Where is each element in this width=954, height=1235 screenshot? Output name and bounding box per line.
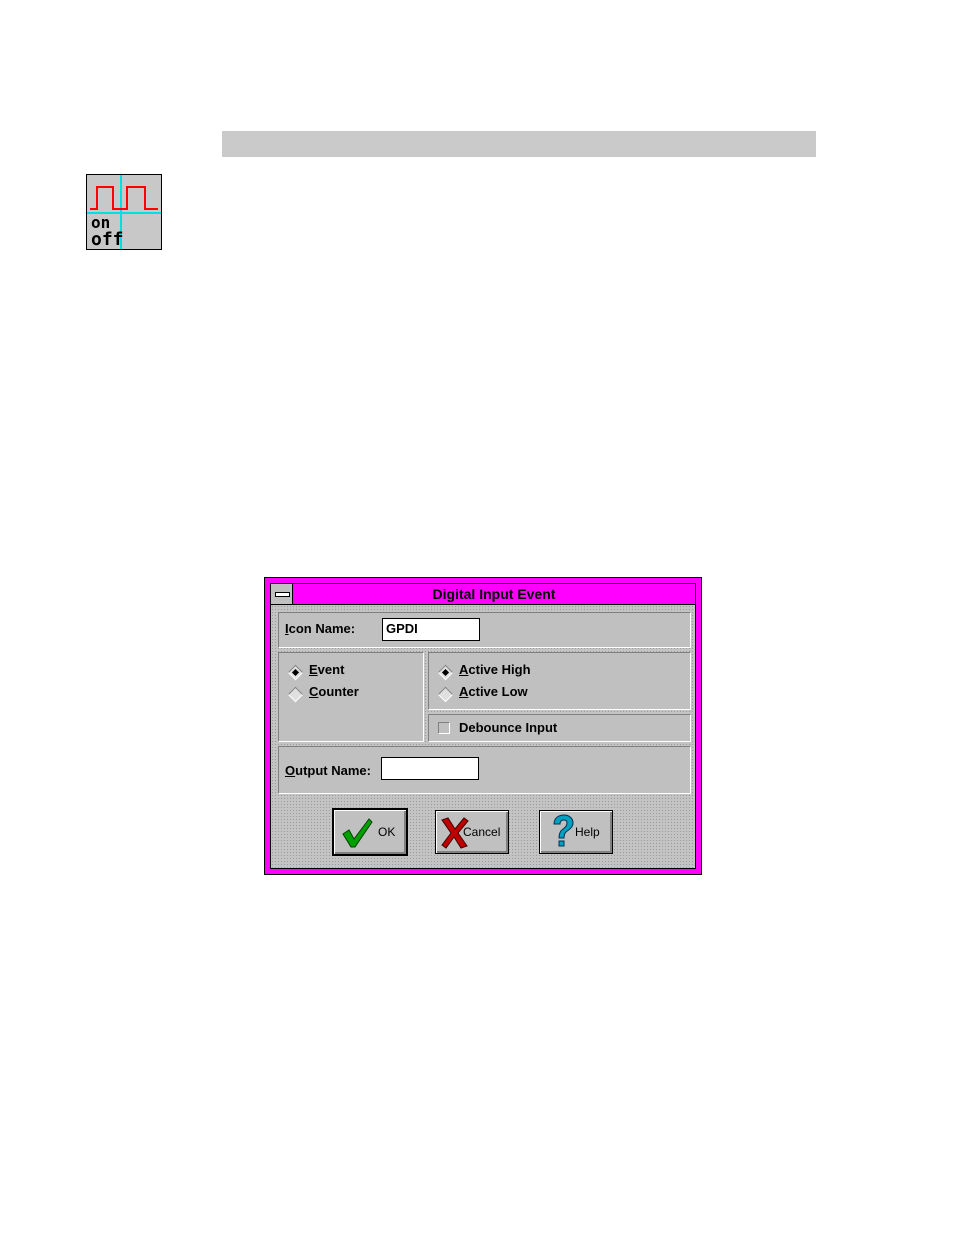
output-name-input[interactable] (381, 757, 479, 780)
minus-icon (275, 592, 290, 597)
active-high-label[interactable]: Active High (459, 662, 531, 677)
title-bar[interactable]: Digital Input Event (271, 584, 695, 605)
polarity-panel: Active High Active Low (428, 652, 691, 710)
help-button[interactable]: Help (539, 810, 613, 854)
header-bar (222, 131, 816, 157)
active-low-radio[interactable] (437, 686, 454, 703)
active-high-radio[interactable] (437, 664, 454, 681)
cancel-label: Cancel (463, 825, 501, 839)
icon-name-input[interactable]: GPDI (382, 618, 480, 641)
counter-label[interactable]: Counter (309, 684, 359, 699)
dialog-title: Digital Input Event (432, 586, 556, 602)
ok-button[interactable]: OK (332, 808, 408, 856)
cancel-button[interactable]: Cancel (435, 810, 509, 854)
checkmark-icon (342, 818, 373, 848)
digital-input-tool-icon: on off (86, 174, 162, 250)
output-name-panel: Output Name: (278, 746, 691, 794)
debounce-label[interactable]: Debounce Input (459, 720, 557, 735)
digital-input-event-dialog: Digital Input Event Icon Name: GPDI Even… (264, 577, 702, 875)
event-radio[interactable] (287, 664, 304, 681)
output-name-label: Output Name: (285, 763, 371, 778)
counter-radio[interactable] (287, 686, 304, 703)
dialog-body: Digital Input Event Icon Name: GPDI Even… (270, 583, 696, 869)
icon-off-text: off (91, 229, 124, 249)
help-label: Help (575, 825, 600, 839)
event-label[interactable]: Event (309, 662, 344, 677)
debounce-panel: Debounce Input (428, 714, 691, 742)
ok-label: OK (378, 825, 396, 839)
question-mark-icon (553, 814, 574, 847)
icon-name-label: Icon Name: (285, 621, 356, 636)
debounce-checkbox[interactable] (438, 722, 450, 734)
mode-panel: Event Counter (278, 652, 424, 742)
icon-name-panel: Icon Name: GPDI (278, 612, 691, 648)
system-menu-button[interactable] (271, 584, 293, 604)
active-low-label[interactable]: Active Low (459, 684, 528, 699)
